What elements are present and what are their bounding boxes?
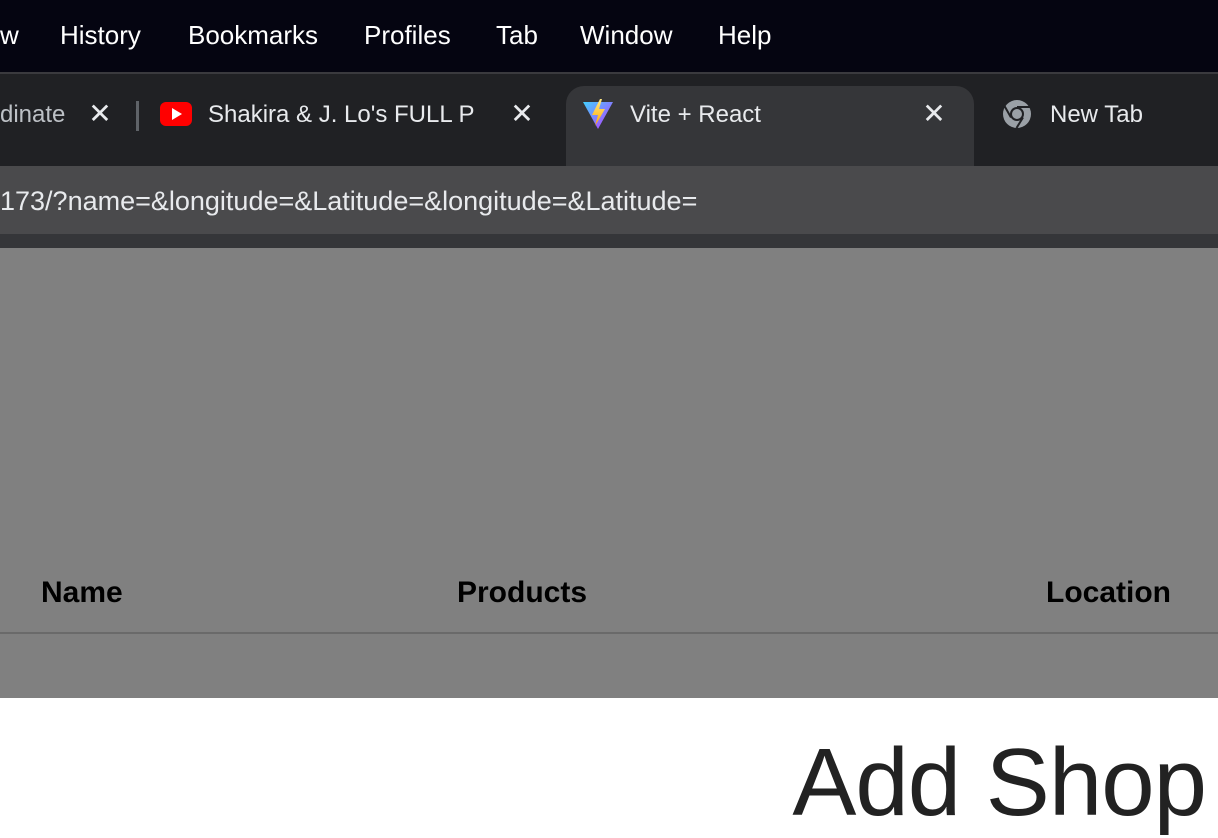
tab-vite-react[interactable]: Vite + React ✕ xyxy=(566,86,974,166)
page-content: Name Products Location Add Shop xyxy=(0,248,1218,836)
menu-view[interactable]: w xyxy=(0,18,19,52)
macos-menu-bar: w History Bookmarks Profiles Tab Window … xyxy=(0,0,1218,74)
tab-title: Shakira & J. Lo's FULL P xyxy=(208,101,475,128)
tab-new-tab[interactable]: New Tab xyxy=(986,74,1218,166)
tab-title: New Tab xyxy=(1050,101,1143,128)
page-title: Add Shop xyxy=(792,729,1207,836)
menu-help[interactable]: Help xyxy=(718,18,771,52)
close-icon[interactable]: ✕ xyxy=(86,98,114,130)
column-header-name: Name xyxy=(41,576,123,609)
tab-title: dinate xyxy=(0,101,66,128)
menu-window[interactable]: Window xyxy=(580,18,672,52)
vite-icon xyxy=(582,98,614,130)
menu-tab[interactable]: Tab xyxy=(496,18,538,52)
table-header-divider xyxy=(0,632,1218,634)
tab-divider xyxy=(136,101,139,131)
tab-youtube[interactable]: Shakira & J. Lo's FULL P ✕ xyxy=(140,74,564,166)
menu-profiles[interactable]: Profiles xyxy=(364,18,451,52)
close-icon[interactable]: ✕ xyxy=(920,98,948,130)
address-bar[interactable]: 173/?name=&longitude=&Latitude=&longitud… xyxy=(0,166,1218,234)
menu-history[interactable]: History xyxy=(60,18,141,52)
column-header-products: Products xyxy=(457,576,588,609)
chrome-icon xyxy=(1002,99,1032,129)
browser-tab-strip: dinate ✕ Shakira & J. Lo's FULL P ✕ Vite… xyxy=(0,74,1218,166)
youtube-icon xyxy=(160,102,192,126)
tab-title: Vite + React xyxy=(630,101,761,128)
tab-coordinates[interactable]: dinate ✕ xyxy=(0,74,136,166)
menu-bookmarks[interactable]: Bookmarks xyxy=(188,18,318,52)
column-header-location: Location xyxy=(1046,576,1171,609)
close-icon[interactable]: ✕ xyxy=(508,98,536,130)
address-bar-url[interactable]: 173/?name=&longitude=&Latitude=&longitud… xyxy=(0,184,697,218)
browser-toolbar: 173/?name=&longitude=&Latitude=&longitud… xyxy=(0,166,1218,248)
modal-backdrop[interactable] xyxy=(0,248,1218,698)
